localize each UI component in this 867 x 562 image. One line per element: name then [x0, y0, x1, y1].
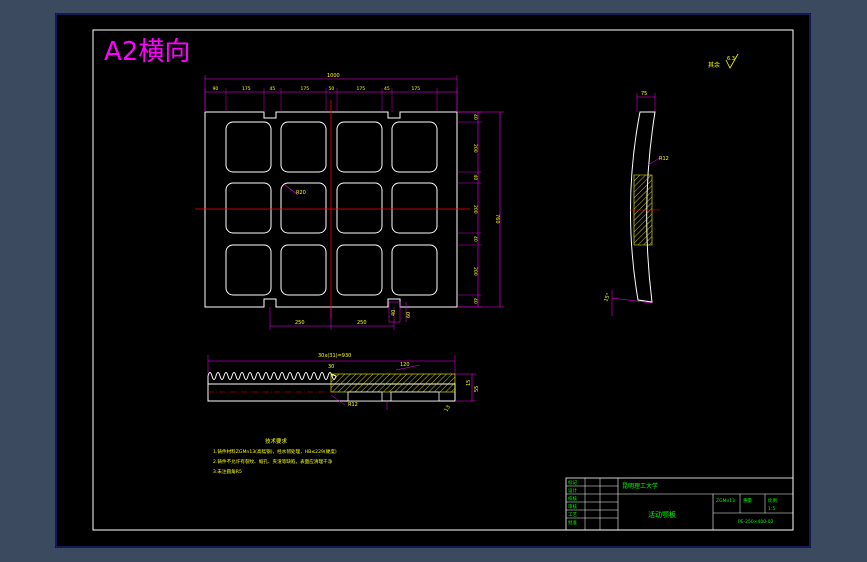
- top-dim-3: 175: [301, 86, 310, 92]
- side-top-dim: 75: [641, 91, 647, 97]
- top-dim-0: 90: [213, 86, 219, 92]
- slot-cut-right: [390, 391, 440, 402]
- top-dim-4: 50: [329, 86, 335, 92]
- tb-company: 昆明理工大学: [622, 482, 658, 490]
- top-dim-6: 45: [384, 86, 390, 92]
- right-dim-3: 200: [472, 205, 478, 214]
- side-radius: R12: [659, 156, 669, 162]
- hatched-section: [330, 373, 456, 393]
- drawing-sheet: [55, 13, 811, 548]
- depth-label: 120: [400, 362, 410, 368]
- note-line-2: 2.铸件不允许有裂纹、缩孔、夹渣等缺陷，表面应清理干净: [213, 458, 333, 465]
- bottom-dim-left: 250: [295, 320, 305, 326]
- note-line-1: 1.铸件材料ZGMn13(高锰钢)，经水韧处理，HB≤229(硬度): [213, 448, 337, 455]
- overall-height-label: 760: [494, 214, 500, 224]
- side-dim-a: 15: [466, 380, 472, 386]
- tb-label-1: 设计: [568, 487, 577, 494]
- right-dim-6: 40: [472, 298, 478, 304]
- tb-label-2: 校核: [568, 495, 577, 502]
- tb-label-5: 批准: [568, 519, 577, 526]
- tb-label-3: 审核: [568, 503, 577, 510]
- slot-dim-a: 40: [391, 310, 397, 316]
- note-line-3: 3.未注圆角R5: [213, 468, 242, 475]
- tb-label-4: 工艺: [568, 512, 577, 518]
- slot-cut-left: [347, 391, 383, 402]
- tb-drawing-no: PE-250×400-02: [738, 519, 774, 525]
- right-dim-0: 40: [472, 114, 478, 120]
- slot-dim-b: 60: [406, 312, 412, 318]
- tooth-dim-label: 30x(31)=930: [318, 353, 351, 359]
- bottom-dim-right: 250: [357, 320, 367, 326]
- overall-width-label: 1000: [327, 73, 340, 79]
- tb-scale: 1:5: [768, 506, 775, 512]
- sheet-title: A2横向: [104, 37, 190, 67]
- chamfer-label: R12: [348, 402, 358, 408]
- top-dim-7: 175: [412, 86, 421, 92]
- side-dim-b: 55: [474, 386, 480, 392]
- radius-label: R20: [296, 190, 306, 196]
- roughness-label: 其余: [708, 61, 720, 69]
- roughness-value: 6.3: [727, 56, 735, 62]
- tooth-pitch-label: 30: [328, 364, 334, 370]
- right-dim-4: 40: [472, 236, 478, 242]
- tb-material: ZGMn13: [716, 498, 735, 504]
- tb-weight-label: 重量: [743, 497, 752, 504]
- top-dim-2: 45: [270, 86, 276, 92]
- top-dim-1: 175: [242, 86, 251, 92]
- notes-heading: 技术要求: [265, 437, 288, 445]
- tb-label-0: 标记: [568, 479, 577, 486]
- tb-part-name: 活动颚板: [648, 510, 676, 519]
- right-dim-5: 200: [472, 267, 478, 276]
- right-dim-1: 200: [472, 144, 478, 153]
- tb-scale-label: 比例: [768, 497, 777, 504]
- cad-canvas: A2横向 其余 6.3 1000 90 175 45 175 50 175 45 175 40…: [55, 13, 811, 548]
- top-dim-5: 175: [357, 86, 366, 92]
- right-dim-2: 40: [472, 175, 478, 181]
